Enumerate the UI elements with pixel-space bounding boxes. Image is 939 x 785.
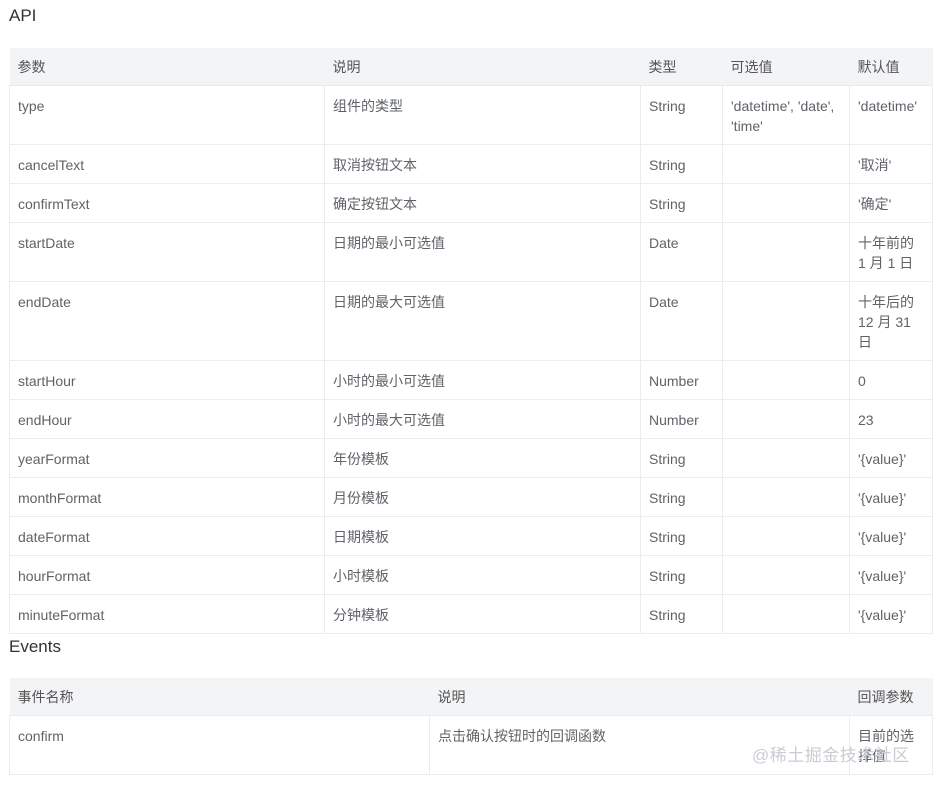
param-desc: 分钟模板 — [324, 594, 641, 634]
param-name: dateFormat — [9, 516, 325, 556]
table-row: monthFormat 月份模板 String '{value}' — [9, 477, 933, 517]
param-desc: 小时的最大可选值 — [324, 399, 641, 439]
table-row: dateFormat 日期模板 String '{value}' — [9, 516, 933, 556]
param-desc: 确定按钮文本 — [324, 183, 641, 223]
param-type: Number — [640, 360, 723, 400]
api-header-type: 类型 — [640, 48, 723, 86]
api-header-param: 参数 — [9, 48, 325, 86]
table-row: startDate 日期的最小可选值 Date 十年前的 1 月 1 日 — [9, 222, 933, 282]
table-row: type 组件的类型 String 'datetime', 'date', 't… — [9, 85, 933, 145]
table-row: startHour 小时的最小可选值 Number 0 — [9, 360, 933, 400]
table-row: minuteFormat 分钟模板 String '{value}' — [9, 594, 933, 634]
param-name: monthFormat — [9, 477, 325, 517]
param-desc: 日期的最小可选值 — [324, 222, 641, 282]
table-row: confirm 点击确认按钮时的回调函数 目前的选择值 — [9, 715, 933, 775]
param-name: yearFormat — [9, 438, 325, 478]
param-default: '确定' — [849, 183, 933, 223]
table-row: confirmText 确定按钮文本 String '确定' — [9, 183, 933, 223]
param-options — [722, 144, 850, 184]
param-type: String — [640, 594, 723, 634]
table-row: endDate 日期的最大可选值 Date 十年后的 12 月 31 日 — [9, 281, 933, 361]
table-row: hourFormat 小时模板 String '{value}' — [9, 555, 933, 595]
param-default: '{value}' — [849, 477, 933, 517]
api-section-title: API — [9, 6, 37, 25]
event-callback: 目前的选择值 — [849, 715, 933, 775]
param-options — [722, 477, 850, 517]
param-options — [722, 438, 850, 478]
param-default: 23 — [849, 399, 933, 439]
param-name: hourFormat — [9, 555, 325, 595]
api-header-options: 可选值 — [722, 48, 850, 86]
events-header-desc: 说明 — [429, 678, 850, 716]
param-name: minuteFormat — [9, 594, 325, 634]
table-row: endHour 小时的最大可选值 Number 23 — [9, 399, 933, 439]
param-type: String — [640, 183, 723, 223]
param-name: confirmText — [9, 183, 325, 223]
param-options — [722, 360, 850, 400]
param-name: startHour — [9, 360, 325, 400]
param-type: String — [640, 144, 723, 184]
events-section-title: Events — [9, 637, 61, 656]
param-desc: 取消按钮文本 — [324, 144, 641, 184]
param-type: String — [640, 438, 723, 478]
event-desc: 点击确认按钮时的回调函数 — [429, 715, 850, 775]
param-name: cancelText — [9, 144, 325, 184]
event-name: confirm — [9, 715, 430, 775]
param-options — [722, 399, 850, 439]
param-desc: 年份模板 — [324, 438, 641, 478]
param-options — [722, 594, 850, 634]
param-desc: 组件的类型 — [324, 85, 641, 145]
param-type: Date — [640, 281, 723, 361]
events-table-header-row: 事件名称 说明 回调参数 — [9, 678, 933, 716]
api-table: 参数 说明 类型 可选值 默认值 type 组件的类型 String 'date… — [9, 48, 933, 634]
param-type: Date — [640, 222, 723, 282]
param-options: 'datetime', 'date', 'time' — [722, 85, 850, 145]
param-default: '取消' — [849, 144, 933, 184]
param-default: 十年后的 12 月 31 日 — [849, 281, 933, 361]
api-table-header-row: 参数 说明 类型 可选值 默认值 — [9, 48, 933, 86]
param-default: 0 — [849, 360, 933, 400]
param-default: 十年前的 1 月 1 日 — [849, 222, 933, 282]
api-header-default: 默认值 — [849, 48, 933, 86]
param-options — [722, 281, 850, 361]
param-desc: 小时的最小可选值 — [324, 360, 641, 400]
param-type: String — [640, 555, 723, 595]
param-desc: 日期模板 — [324, 516, 641, 556]
events-table: 事件名称 说明 回调参数 confirm 点击确认按钮时的回调函数 目前的选择值 — [9, 678, 933, 775]
param-default: '{value}' — [849, 555, 933, 595]
param-name: endDate — [9, 281, 325, 361]
events-header-callback: 回调参数 — [849, 678, 933, 716]
param-options — [722, 222, 850, 282]
param-default: '{value}' — [849, 438, 933, 478]
param-type: String — [640, 477, 723, 517]
table-row: cancelText 取消按钮文本 String '取消' — [9, 144, 933, 184]
param-default: '{value}' — [849, 516, 933, 556]
param-type: Number — [640, 399, 723, 439]
param-options — [722, 183, 850, 223]
param-options — [722, 555, 850, 595]
param-name: type — [9, 85, 325, 145]
param-default: 'datetime' — [849, 85, 933, 145]
param-desc: 月份模板 — [324, 477, 641, 517]
param-name: endHour — [9, 399, 325, 439]
param-desc: 小时模板 — [324, 555, 641, 595]
param-options — [722, 516, 850, 556]
events-header-name: 事件名称 — [9, 678, 430, 716]
param-type: String — [640, 85, 723, 145]
api-header-desc: 说明 — [324, 48, 641, 86]
param-name: startDate — [9, 222, 325, 282]
param-type: String — [640, 516, 723, 556]
table-row: yearFormat 年份模板 String '{value}' — [9, 438, 933, 478]
param-desc: 日期的最大可选值 — [324, 281, 641, 361]
param-default: '{value}' — [849, 594, 933, 634]
